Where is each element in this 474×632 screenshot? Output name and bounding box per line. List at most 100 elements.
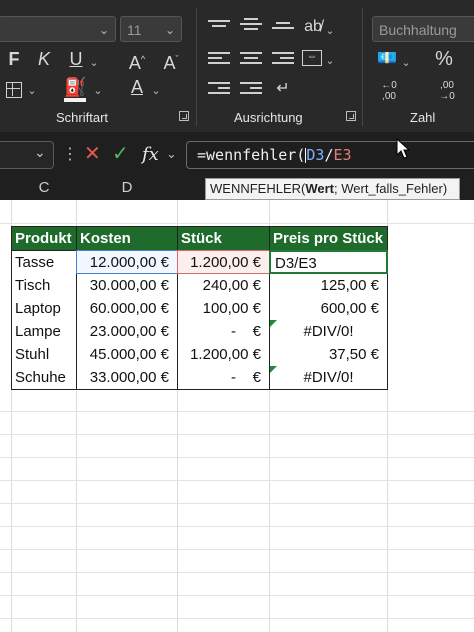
cancel-icon[interactable]: ✕ xyxy=(84,142,101,166)
chevron-down-icon[interactable]: ⌄ xyxy=(324,50,336,72)
shrink-font-label: A xyxy=(163,53,176,73)
align-left-icon[interactable] xyxy=(208,52,230,67)
percent-button[interactable]: % xyxy=(432,48,456,70)
formula-input[interactable]: =wennfehler(D3/E3 xyxy=(186,141,474,169)
grid-line xyxy=(0,411,474,412)
grid-line xyxy=(0,549,474,550)
font-dialog-launcher-icon[interactable] xyxy=(179,111,189,121)
grow-font-label: A xyxy=(128,53,141,73)
chevron-down-icon: ⌄ xyxy=(164,23,175,37)
underline-button[interactable]: U xyxy=(66,48,86,70)
chevron-down-icon[interactable]: ⌄ xyxy=(166,143,177,165)
cell-qty[interactable]: - € xyxy=(178,320,269,343)
font-size-value: 11 xyxy=(127,22,142,38)
cell-product[interactable]: Laptop xyxy=(12,297,76,320)
number-format-dropdown[interactable]: Buchhaltung xyxy=(372,16,474,42)
grid-line xyxy=(0,480,474,481)
cell-price[interactable]: 600,00 € xyxy=(270,297,387,320)
font-color-icon[interactable]: A xyxy=(126,76,148,98)
grid-line xyxy=(0,572,474,573)
cell-product[interactable]: Tasse xyxy=(12,251,76,274)
cell-qty[interactable]: - € xyxy=(178,366,269,389)
cell-price-error[interactable]: #DIV/0! xyxy=(270,320,387,343)
cell-qty[interactable]: 1.200,00 € xyxy=(178,343,269,366)
tooltip-function-name: WENNFEHLER( xyxy=(210,181,306,196)
group-alignment-label: Ausrichtung xyxy=(234,110,303,125)
align-top-icon[interactable] xyxy=(208,20,230,30)
table-header-preis-pro-stueck[interactable]: Preis pro Stück xyxy=(270,227,387,250)
borders-icon[interactable] xyxy=(6,82,22,98)
align-bottom-icon[interactable] xyxy=(272,22,294,32)
formula-prefix: =wennfehler( xyxy=(197,146,306,164)
cell-cost[interactable]: 45.000,00 € xyxy=(77,343,177,366)
insert-function-button[interactable]: fx xyxy=(142,143,159,167)
tooltip-remaining-args: ; Wert_falls_Fehler) xyxy=(334,181,448,196)
cell-cost[interactable]: 60.000,00 € xyxy=(77,297,177,320)
align-right-icon[interactable] xyxy=(272,52,294,67)
alignment-dialog-launcher-icon[interactable] xyxy=(346,111,356,121)
cell-product[interactable]: Lampe xyxy=(12,320,76,343)
name-box[interactable]: ⌄ xyxy=(0,141,54,169)
grid-line xyxy=(0,457,474,458)
table-header-kosten[interactable]: Kosten xyxy=(77,227,177,250)
wrap-text-icon[interactable]: ↵ xyxy=(272,78,294,100)
cell-price[interactable]: 125,00 € xyxy=(270,274,387,297)
bold-button[interactable]: F xyxy=(4,48,24,70)
cell-product[interactable]: Tisch xyxy=(12,274,76,297)
font-size-dropdown[interactable]: 11 ⌄ xyxy=(120,16,182,42)
cell-price[interactable]: 37,50 € xyxy=(270,343,387,366)
grid-line xyxy=(0,503,474,504)
shrink-font-button[interactable]: Aˇ xyxy=(160,48,182,74)
chevron-down-icon[interactable]: ⌄ xyxy=(150,80,162,102)
decrease-decimal-icon[interactable]: ,00 →0 xyxy=(434,80,460,102)
cell-product[interactable]: Stuhl xyxy=(12,343,76,366)
cell-qty-ref-e3[interactable]: 1.200,00 € xyxy=(177,250,270,274)
mouse-pointer-icon xyxy=(396,138,410,159)
increase-indent-icon[interactable] xyxy=(240,82,262,97)
column-header-c[interactable]: C xyxy=(12,176,76,200)
grid-line xyxy=(0,526,474,527)
more-options-icon[interactable]: ⋮ xyxy=(62,146,78,164)
chevron-down-icon: ⌄ xyxy=(98,23,109,37)
ribbon: ⌄ 11 ⌄ F K U ⌄ A^ Aˇ ⌄ ⛽ ⌄ A ⌄ Schriftar… xyxy=(0,0,474,132)
group-separator xyxy=(196,8,197,126)
decrease-indent-icon[interactable] xyxy=(208,82,230,97)
table-header-stueck[interactable]: Stück xyxy=(178,227,269,250)
active-cell-f3[interactable]: D3/E3 xyxy=(269,250,388,274)
merge-center-icon[interactable]: ⇔ xyxy=(302,50,322,66)
grid-line xyxy=(0,434,474,435)
grid-line xyxy=(0,595,474,596)
chevron-down-icon[interactable]: ⌄ xyxy=(26,80,38,102)
increase-decimal-icon[interactable]: ←0,00 xyxy=(376,80,402,102)
grid-line xyxy=(0,618,474,619)
italic-button[interactable]: K xyxy=(34,48,54,70)
cell-cost[interactable]: 23.000,00 € xyxy=(77,320,177,343)
currency-format-icon[interactable]: 💶 xyxy=(376,48,398,70)
cell-price-error[interactable]: #DIV/0! xyxy=(270,366,387,389)
cell-qty[interactable]: 100,00 € xyxy=(178,297,269,320)
chevron-down-icon[interactable]: ⌄ xyxy=(88,52,100,74)
grow-font-button[interactable]: A^ xyxy=(126,48,148,74)
enter-check-icon[interactable]: ✓ xyxy=(112,142,129,166)
cell-cost[interactable]: 30.000,00 € xyxy=(77,274,177,297)
chevron-down-icon[interactable]: ⌄ xyxy=(34,144,46,161)
font-name-dropdown[interactable]: ⌄ xyxy=(0,16,116,42)
cell-product[interactable]: Schuhe xyxy=(12,366,76,389)
cell-cost[interactable]: 33.000,00 € xyxy=(77,366,177,389)
table-header-produkt[interactable]: Produkt xyxy=(12,227,76,250)
cell-qty[interactable]: 240,00 € xyxy=(178,274,269,297)
formula-ref-e3: E3 xyxy=(333,146,352,164)
chevron-down-icon[interactable]: ⌄ xyxy=(324,20,336,42)
group-number-label: Zahl xyxy=(410,110,436,125)
fill-color-icon[interactable]: ⛽ xyxy=(64,76,86,98)
grid-line xyxy=(0,223,474,224)
function-tooltip[interactable]: WENNFEHLER(Wert; Wert_falls_Fehler) xyxy=(205,178,460,200)
align-center-icon[interactable] xyxy=(240,52,262,67)
tooltip-current-arg: Wert xyxy=(305,181,334,196)
chevron-down-icon[interactable]: ⌄ xyxy=(92,80,104,102)
chevron-down-icon[interactable]: ⌄ xyxy=(400,52,412,74)
column-header-d[interactable]: D xyxy=(76,176,178,200)
cell-cost-ref-d3[interactable]: 12.000,00 € xyxy=(76,250,178,274)
align-middle-icon[interactable] xyxy=(240,18,262,30)
text-orientation-icon[interactable]: ab̸ xyxy=(302,16,324,38)
